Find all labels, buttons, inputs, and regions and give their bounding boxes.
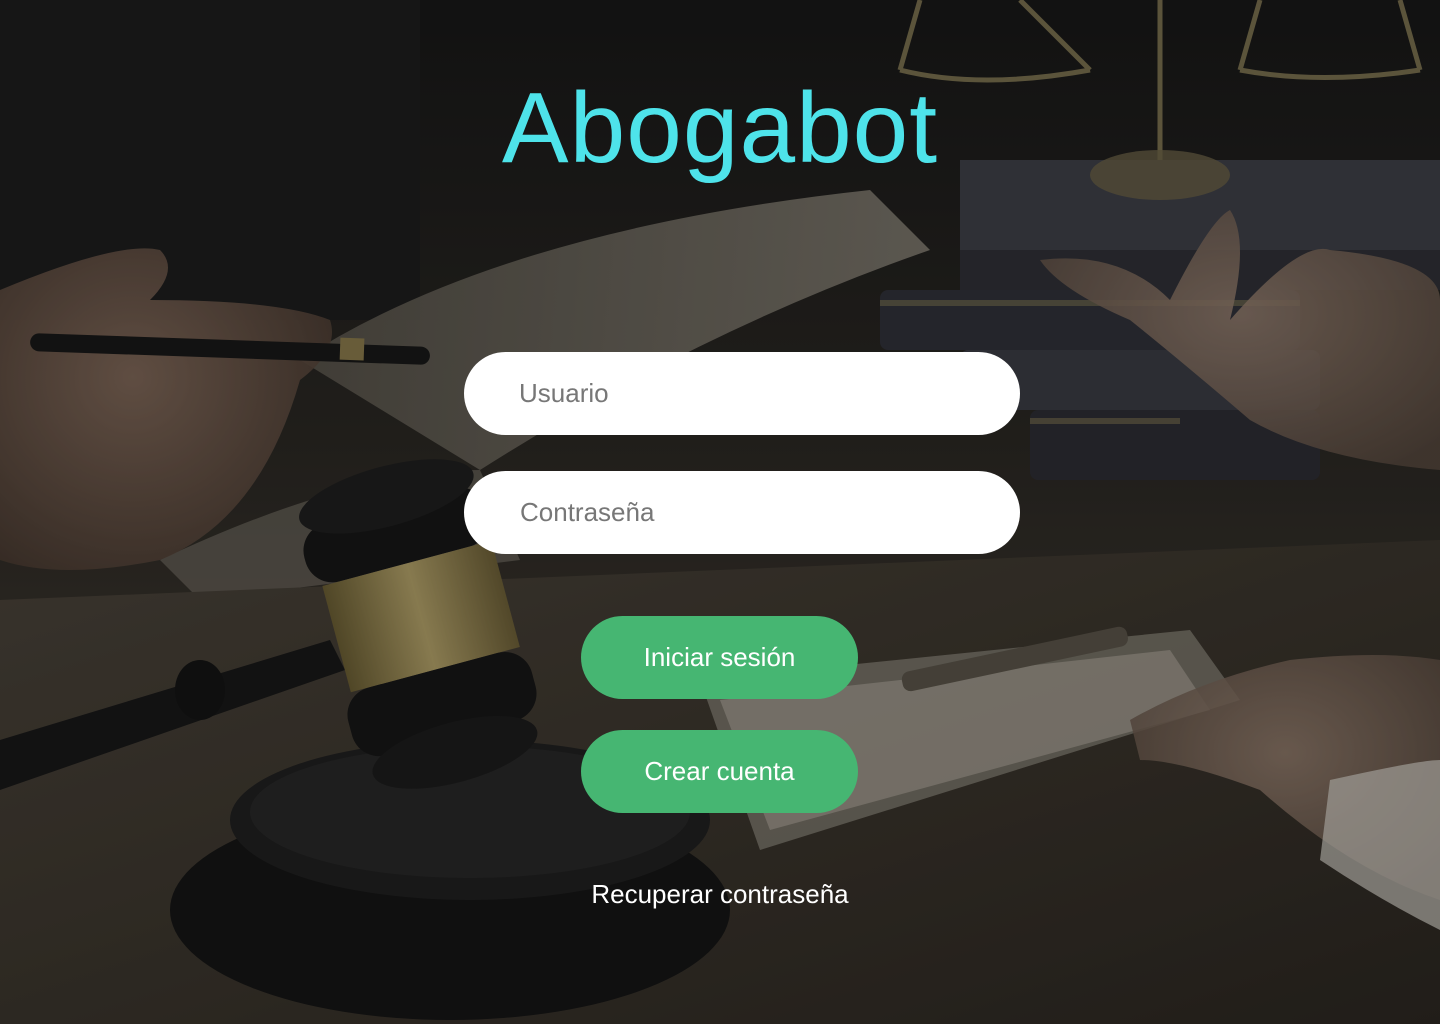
create-account-button[interactable]: Crear cuenta [581, 730, 858, 813]
password-input[interactable] [464, 471, 1020, 554]
app-title: Abogabot [501, 72, 939, 184]
login-button[interactable]: Iniciar sesión [581, 616, 858, 699]
username-input[interactable] [464, 352, 1020, 435]
recover-password-link[interactable]: Recuperar contraseña [0, 876, 1440, 912]
login-screen: Abogabot Iniciar sesión Crear cuenta Rec… [0, 0, 1440, 1024]
